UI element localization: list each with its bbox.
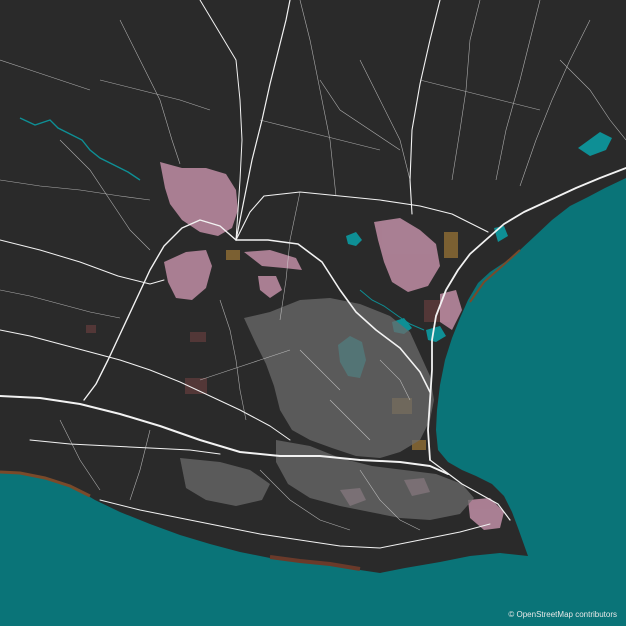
map-canvas[interactable]: © OpenStreetMap contributors — [0, 0, 626, 626]
street-map[interactable] — [0, 0, 626, 626]
attribution-text: © OpenStreetMap contributors — [508, 610, 617, 619]
